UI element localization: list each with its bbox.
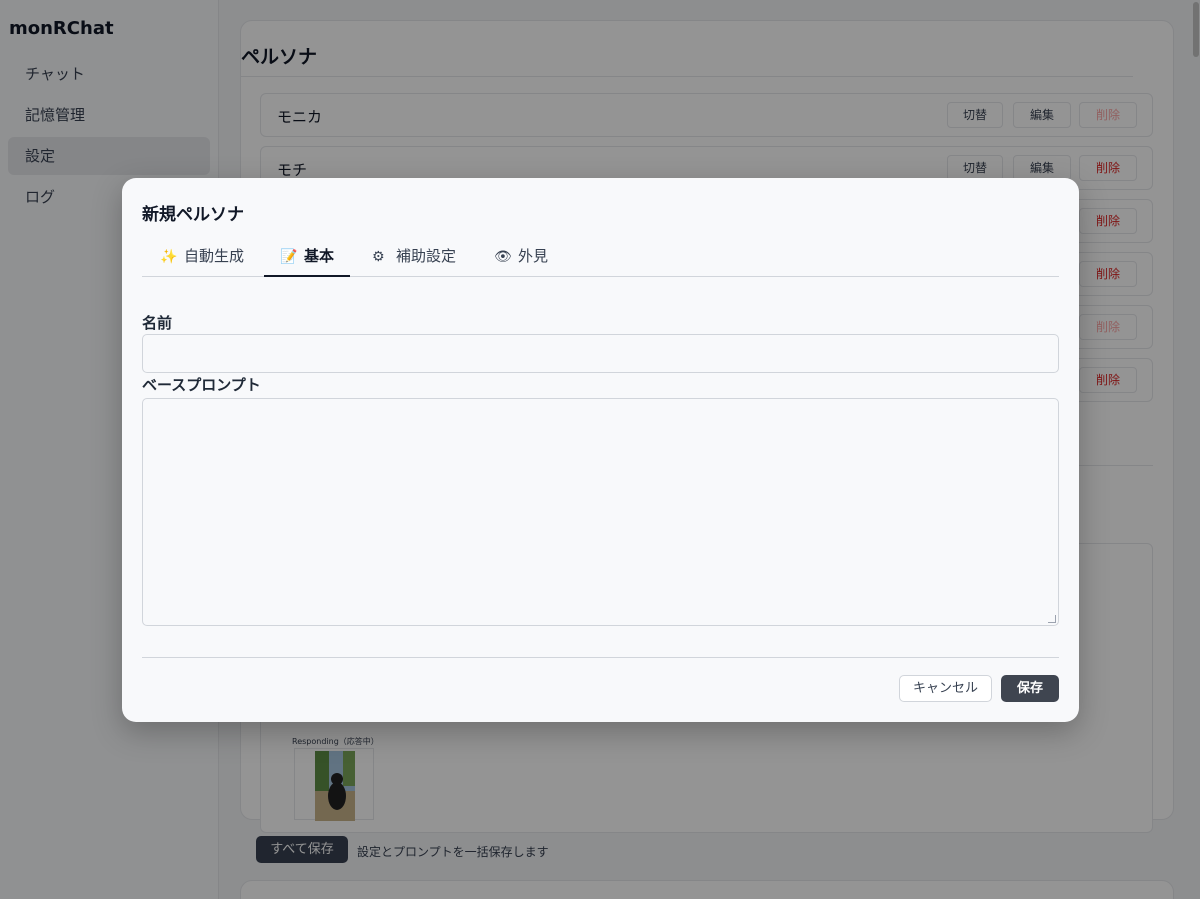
- eye-icon: 👁: [494, 249, 512, 265]
- divider: [142, 657, 1059, 658]
- tab-auto-generate[interactable]: ✨ 自動生成: [144, 240, 260, 277]
- tab-label: 基本: [304, 247, 335, 265]
- tab-bar: ✨ 自動生成 📝 基本 ⚙ 補助設定 👁 外見: [142, 240, 1059, 277]
- tab-auxiliary-settings[interactable]: ⚙ 補助設定: [356, 240, 472, 277]
- gear-icon: ⚙: [372, 249, 385, 265]
- tab-appearance[interactable]: 👁 外見: [478, 240, 564, 277]
- resize-handle-icon[interactable]: [1048, 615, 1056, 623]
- name-label: 名前: [142, 314, 173, 332]
- save-button[interactable]: 保存: [1001, 675, 1059, 702]
- cancel-button[interactable]: キャンセル: [899, 675, 992, 702]
- base-prompt-label: ベースプロンプト: [142, 376, 261, 394]
- new-persona-dialog: 新規ペルソナ ✨ 自動生成 📝 基本 ⚙ 補助設定 👁 外見 名前 ベースプロンプト キ…: [122, 178, 1079, 722]
- sparkles-icon: ✨: [160, 249, 178, 265]
- tab-label: 外見: [518, 247, 549, 265]
- dialog-title: 新規ペルソナ: [142, 205, 244, 225]
- tab-label: 自動生成: [184, 247, 245, 265]
- memo-icon: 📝: [280, 249, 298, 265]
- name-input[interactable]: [142, 334, 1059, 373]
- tab-basic[interactable]: 📝 基本: [264, 240, 351, 277]
- tab-label: 補助設定: [396, 247, 457, 265]
- base-prompt-textarea[interactable]: [142, 398, 1059, 626]
